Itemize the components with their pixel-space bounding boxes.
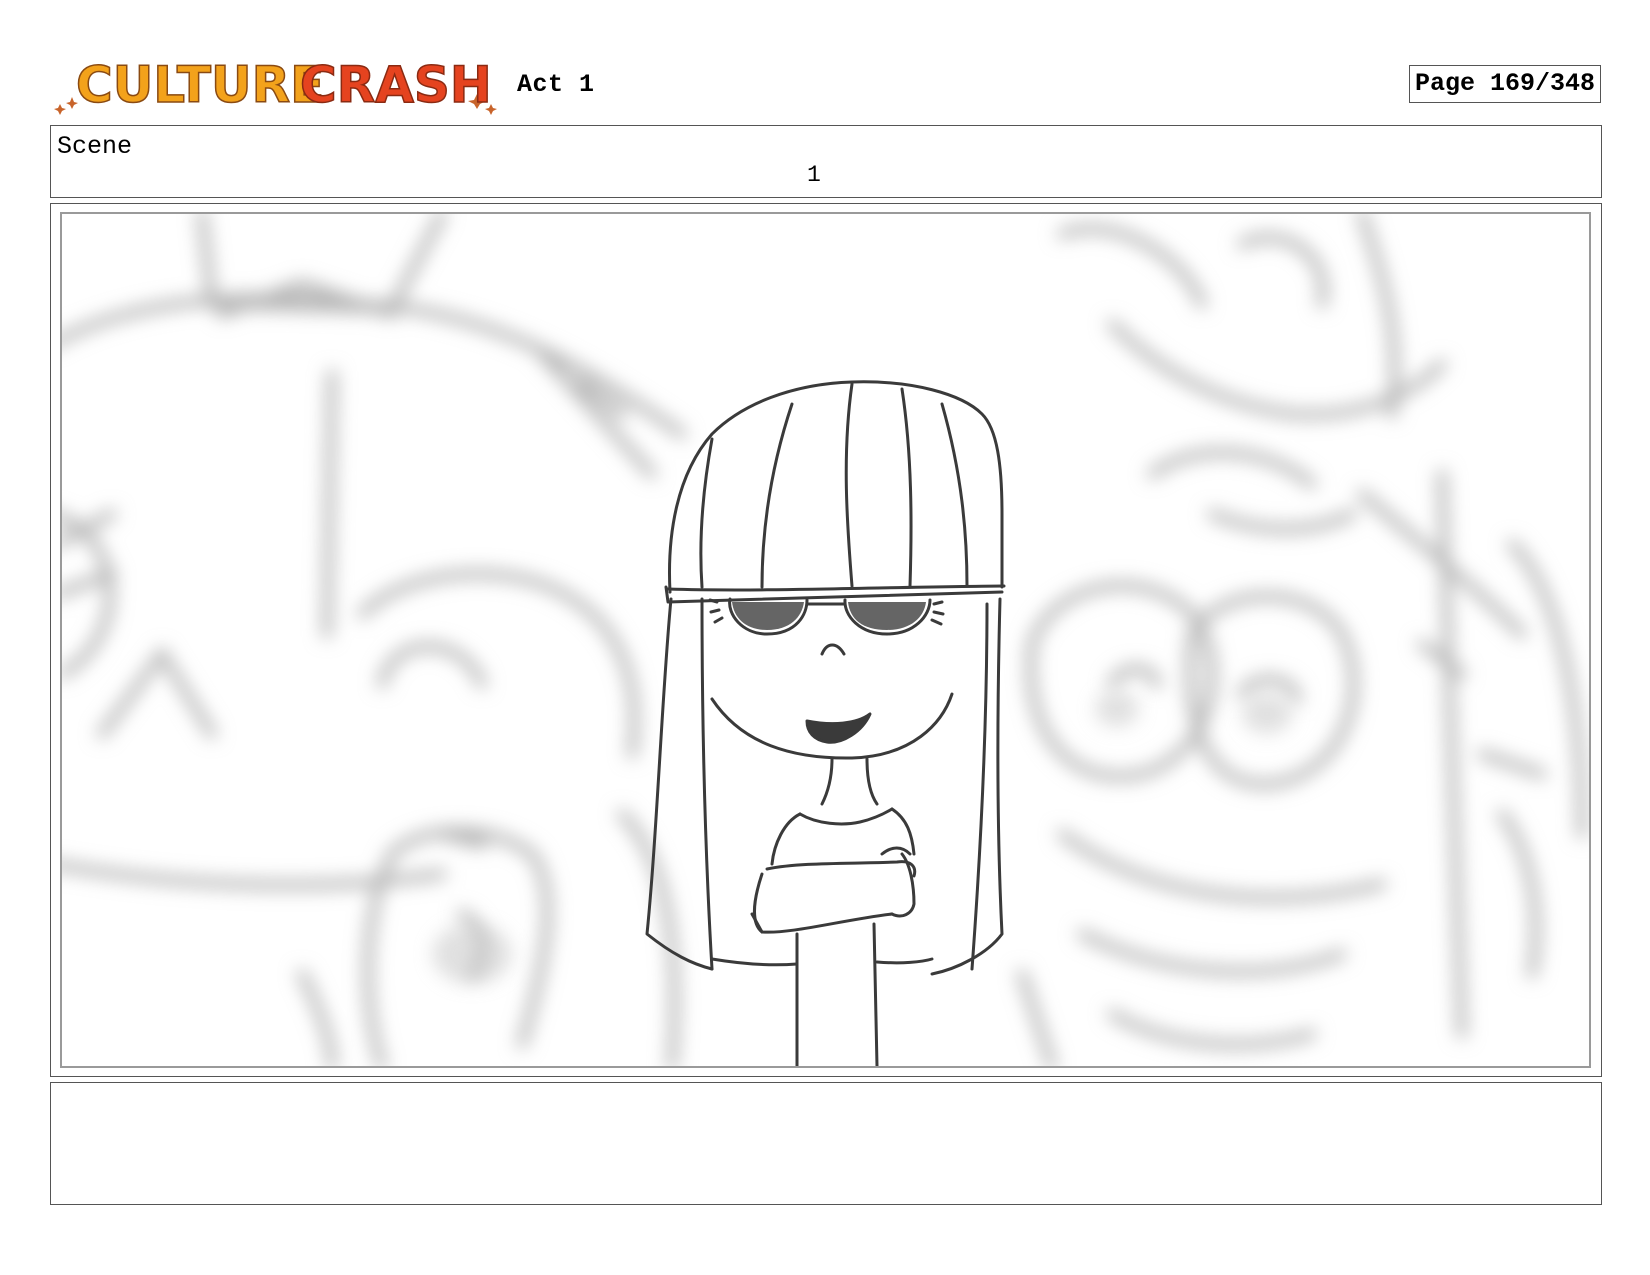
page-number: Page 169/348	[1409, 65, 1601, 103]
action-notes-box	[50, 1082, 1602, 1205]
logo-word-culture: CULTURE	[76, 56, 324, 114]
storyboard-panel-image	[60, 212, 1591, 1068]
sunglasses-lenses	[732, 602, 926, 630]
scene-box: Scene 1	[50, 125, 1602, 198]
blurred-background-characters	[62, 214, 1587, 1066]
girl-character-sketch	[645, 380, 1006, 1066]
scene-number: 1	[807, 162, 821, 188]
scene-label: Scene	[57, 132, 133, 161]
logo-word-crash: CRASH	[300, 56, 492, 114]
culture-crash-logo: CULTURE CRASH	[52, 50, 502, 120]
act-label: Act 1	[517, 70, 595, 99]
